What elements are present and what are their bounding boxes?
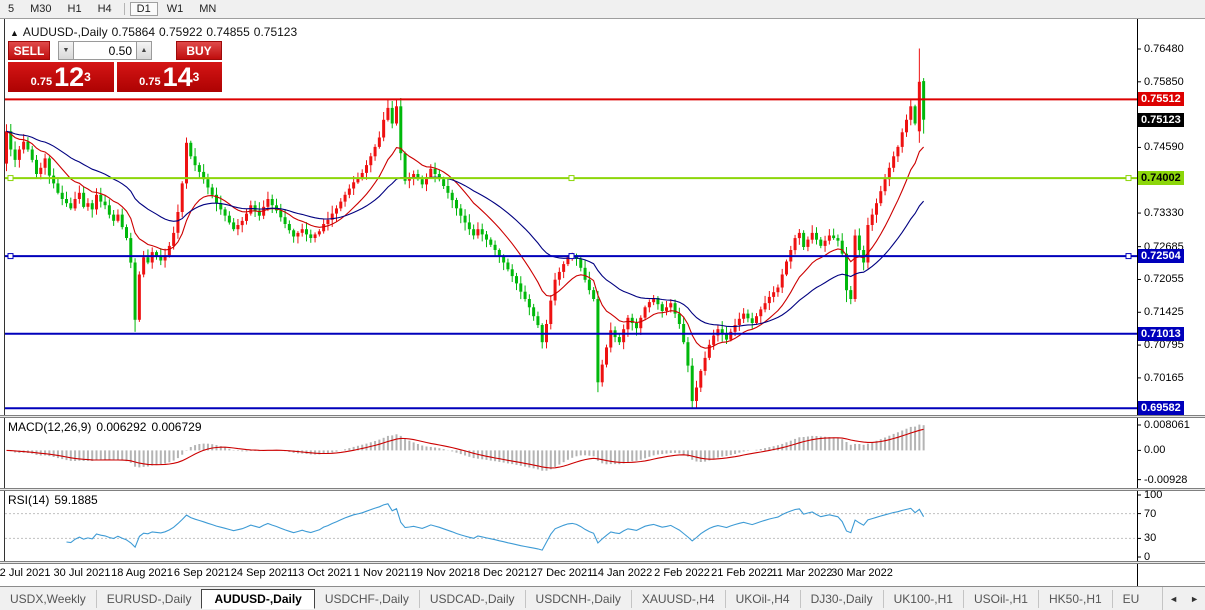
date-tick-label: 6 Sep 2021 [174, 567, 230, 579]
chart-symbol-period: AUDUSD-,Daily [23, 25, 108, 39]
chart-tabs: USDX,WeeklyEURUSD-,DailyAUDUSD-,DailyUSD… [0, 586, 1205, 610]
price-tick-label: 0.71425 [1144, 306, 1184, 318]
rsi-name: RSI(14) [8, 493, 49, 507]
sell-price-big: 12 [54, 65, 84, 90]
price-line-label: 0.75512 [1138, 92, 1184, 106]
chart-tab-hk50-h1[interactable]: HK50-,H1 [1038, 590, 1112, 608]
sell-price-display[interactable]: 0.75 12 3 [8, 62, 114, 92]
volume-increase-button[interactable]: ▲ [136, 41, 152, 60]
price-line-label: 0.69582 [1138, 401, 1184, 415]
buy-price-pipette: 3 [193, 62, 200, 92]
price-line-label: 0.71013 [1138, 327, 1184, 341]
chart-tab-usdcnh-daily[interactable]: USDCNH-,Daily [525, 590, 631, 608]
chart-tab-uk100-h1[interactable]: UK100-,H1 [883, 590, 963, 608]
date-tick-label: 19 Nov 2021 [411, 567, 473, 579]
sell-price-prefix: 0.75 [31, 75, 52, 90]
chart-tab-dj30-daily[interactable]: DJ30-,Daily [800, 590, 883, 608]
price-tick-label: 0.74590 [1144, 141, 1184, 153]
date-tick-label: 30 Jul 2021 [54, 567, 111, 579]
price-tick-label: 0.72055 [1144, 273, 1184, 285]
date-tick-label: 1 Nov 2021 [354, 567, 410, 579]
volume-input[interactable]: 0.50 [74, 41, 136, 60]
price-line-label: 0.72504 [1138, 249, 1184, 263]
sell-button[interactable]: SELL [8, 41, 50, 60]
macd-axis-label: 0.00 [1144, 444, 1165, 456]
volume-decrease-button[interactable]: ▼ [58, 41, 74, 60]
macd-value-main: 0.006292 [96, 420, 146, 434]
macd-value-signal: 0.006729 [151, 420, 201, 434]
trading-terminal-window: 5M30H1H4D1W1MN ▲AUDUSD-,Daily0.758640.75… [0, 0, 1205, 610]
macd-name: MACD(12,26,9) [8, 420, 91, 434]
ohlc-close: 0.75123 [254, 25, 297, 39]
date-tick-label: 30 Mar 2022 [831, 567, 893, 579]
one-click-trading-panel: SELL ▼ 0.50 ▲ BUY 0.75 12 3 0.75 14 3 [8, 41, 222, 92]
rsi-axis-label: 0 [1144, 551, 1150, 563]
macd-axis-label: 0.008061 [1144, 419, 1190, 431]
price-tick-label: 0.73330 [1144, 207, 1184, 219]
chart-tab-audusd-daily[interactable]: AUDUSD-,Daily [201, 589, 314, 609]
ohlc-low: 0.74855 [206, 25, 249, 39]
time-scale[interactable]: 12 Jul 2021 30 Jul 202118 Aug 20216 Sep 2… [0, 564, 1137, 586]
scroll-right-icon[interactable]: ► [1184, 594, 1205, 604]
buy-price-prefix: 0.75 [139, 75, 160, 90]
ohlc-open: 0.75864 [112, 25, 155, 39]
date-tick-label: 11 Mar 2022 [772, 567, 833, 579]
chart-tab-eurusd-daily[interactable]: EURUSD-,Daily [96, 590, 202, 608]
price-tick-label: 0.75850 [1144, 76, 1184, 88]
date-tick-label: 12 Jul 2021 [0, 567, 50, 579]
macd-indicator-label: MACD(12,26,9) 0.006292 0.006729 [8, 420, 207, 434]
date-tick-label: 21 Feb 2022 [711, 567, 773, 579]
pane-separator-macd-rsi[interactable] [0, 488, 1205, 491]
price-tick-label: 0.76480 [1144, 43, 1184, 55]
scroll-left-icon[interactable]: ◄ [1163, 594, 1184, 604]
price-tick-label: 0.70165 [1144, 372, 1184, 384]
rsi-axis-label: 70 [1144, 508, 1156, 520]
collapse-panel-icon[interactable]: ▲ [10, 28, 19, 38]
price-line-label: 0.75123 [1138, 113, 1184, 127]
chart-tab-usdcad-daily[interactable]: USDCAD-,Daily [419, 590, 525, 608]
date-tick-label: 8 Dec 2021 [474, 567, 530, 579]
buy-price-display[interactable]: 0.75 14 3 [117, 62, 223, 92]
chart-tab-usdx-weekly[interactable]: USDX,Weekly [0, 590, 96, 608]
date-tick-label: 27 Dec 2021 [531, 567, 593, 579]
tab-scroll-buttons: ◄► [1162, 587, 1205, 610]
price-tick-label: 0.70795 [1144, 339, 1184, 351]
chart-left-border [4, 19, 5, 586]
chart-tab-xauusd-h4[interactable]: XAUUSD-,H4 [631, 590, 725, 608]
chart-tab-usoil-h1[interactable]: USOil-,H1 [963, 590, 1038, 608]
date-tick-label: 18 Aug 2021 [111, 567, 173, 579]
ohlc-high: 0.75922 [159, 25, 202, 39]
date-tick-label: 14 Jan 2022 [592, 567, 653, 579]
chart-tab-ukoil-h4[interactable]: UKOil-,H4 [725, 590, 800, 608]
date-tick-label: 2 Feb 2022 [654, 567, 710, 579]
macd-axis-label: -0.00928 [1144, 474, 1187, 486]
rsi-axis-label: 30 [1144, 532, 1156, 544]
date-tick-label: 24 Sep 2021 [231, 567, 293, 579]
sell-price-pipette: 3 [84, 62, 91, 92]
rsi-axis-label: 100 [1144, 489, 1162, 501]
price-line-label: 0.74002 [1138, 171, 1184, 185]
chart-tab-eu[interactable]: EU [1112, 590, 1150, 608]
date-tick-label: 13 Oct 2021 [292, 567, 352, 579]
chart-tab-usdchf-daily[interactable]: USDCHF-,Daily [315, 590, 419, 608]
chart-title: ▲ AUDUSD-,Daily 0.75864 0.75922 0.74855 0.751… [10, 25, 301, 39]
buy-price-big: 14 [163, 65, 193, 90]
pane-separator-main-macd[interactable] [0, 415, 1205, 418]
buy-button[interactable]: BUY [176, 41, 222, 60]
rsi-value: 59.1885 [54, 493, 97, 507]
rsi-indicator-label: RSI(14) 59.1885 [8, 493, 103, 507]
